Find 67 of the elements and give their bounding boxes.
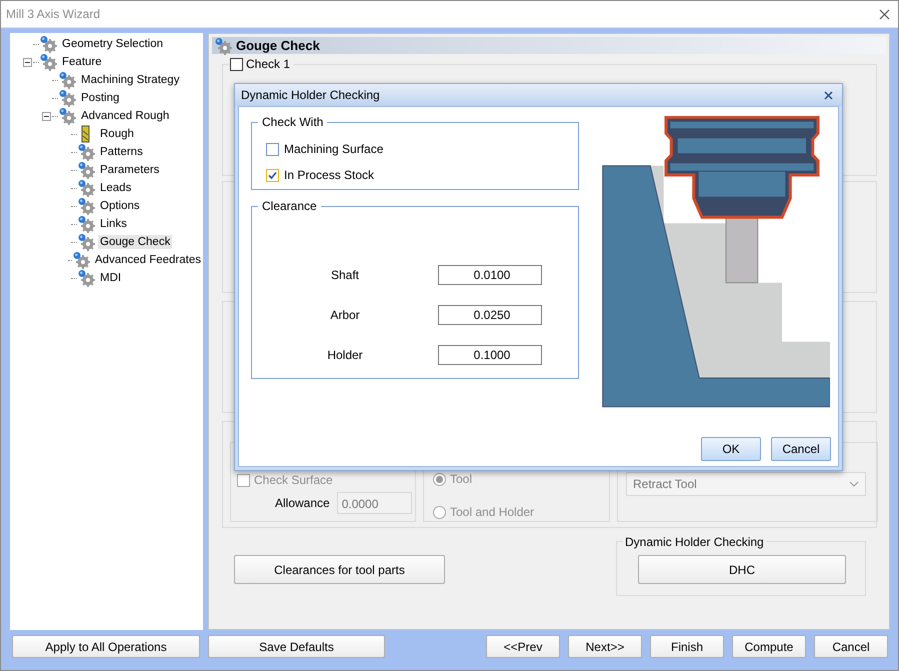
group-title: Dynamic Holder Checking bbox=[623, 535, 766, 549]
dhc-button[interactable]: DHC bbox=[638, 555, 846, 584]
checkbox-label: Check 1 bbox=[246, 57, 290, 71]
group-title: Check With bbox=[261, 115, 324, 129]
checkbox[interactable] bbox=[266, 168, 279, 182]
dialog-title: Dynamic Holder Checking bbox=[241, 88, 380, 102]
gear-icon bbox=[77, 143, 95, 161]
checkbox-label: In Process Stock bbox=[284, 168, 374, 182]
tree-item[interactable]: Patterns bbox=[98, 145, 145, 159]
footer-button[interactable]: Finish bbox=[650, 635, 724, 658]
field-label: Allowance bbox=[275, 496, 330, 510]
allowance-field[interactable]: 0.0000 bbox=[336, 492, 412, 514]
gear-icon bbox=[77, 233, 95, 251]
tree-item[interactable]: Gouge Check bbox=[98, 235, 172, 249]
tree-item[interactable]: Machining Strategy bbox=[79, 73, 182, 87]
window-title: Mill 3 Axis Wizard bbox=[6, 7, 100, 21]
gear-icon bbox=[214, 36, 232, 54]
tree-item[interactable]: Geometry Selection bbox=[60, 37, 165, 51]
clearance-field[interactable]: 0.1000 bbox=[438, 345, 542, 365]
collapse-toggle[interactable] bbox=[23, 58, 32, 66]
footer-button[interactable]: Next>> bbox=[568, 635, 642, 658]
tree-item[interactable]: Parameters bbox=[98, 163, 162, 177]
tree-item[interactable]: Leads bbox=[98, 181, 134, 195]
tree-item[interactable]: Advanced Feedrates bbox=[92, 253, 203, 267]
dialog-button[interactable]: OK bbox=[701, 437, 761, 461]
gear-icon bbox=[39, 53, 57, 71]
gear-icon bbox=[58, 71, 76, 89]
group-title: Clearance bbox=[261, 199, 318, 213]
radio-label: Tool and Holder bbox=[450, 505, 534, 519]
footer-button[interactable]: <<Prev bbox=[486, 635, 560, 658]
checkbox[interactable] bbox=[266, 142, 279, 156]
chevron-down-icon bbox=[849, 481, 859, 487]
collapse-toggle[interactable] bbox=[42, 112, 51, 120]
footer-button[interactable]: Save Defaults bbox=[208, 635, 385, 658]
gear-icon bbox=[58, 107, 76, 125]
radio-label: Tool bbox=[450, 472, 472, 486]
retract-dropdown[interactable]: Retract Tool bbox=[626, 472, 866, 496]
tree-item[interactable]: Feature bbox=[60, 55, 104, 69]
gear-icon bbox=[77, 179, 95, 197]
dialog-button[interactable]: Cancel bbox=[771, 437, 831, 461]
tree-item[interactable]: Posting bbox=[79, 91, 122, 105]
tree-item[interactable]: Rough bbox=[98, 127, 136, 141]
clearances-button[interactable]: Clearances for tool parts bbox=[234, 555, 445, 584]
tree-item[interactable]: Advanced Rough bbox=[79, 109, 172, 123]
clearance-field[interactable]: 0.0250 bbox=[438, 305, 542, 325]
field-label: Holder bbox=[326, 348, 364, 362]
field-label: Shaft bbox=[330, 268, 360, 282]
gear-icon bbox=[72, 251, 90, 269]
close-icon[interactable] bbox=[824, 90, 833, 100]
gear-icon bbox=[77, 215, 95, 233]
tree-item[interactable]: Options bbox=[98, 199, 142, 213]
footer-button[interactable]: Apply to All Operations bbox=[12, 635, 200, 658]
close-icon[interactable] bbox=[879, 8, 890, 20]
gear-icon bbox=[58, 89, 76, 107]
footer-button[interactable]: Cancel bbox=[814, 635, 888, 658]
gear-icon bbox=[77, 269, 95, 287]
clearance-field[interactable]: 0.0100 bbox=[438, 265, 542, 285]
section-title: Gouge Check bbox=[236, 38, 320, 53]
gear-icon bbox=[77, 161, 95, 179]
gear-icon bbox=[77, 197, 95, 215]
footer-button[interactable]: Compute bbox=[732, 635, 806, 658]
checkbox-label: Machining Surface bbox=[284, 142, 384, 156]
checkbox[interactable] bbox=[230, 58, 243, 70]
tree-item[interactable]: MDI bbox=[98, 271, 124, 285]
checkbox-label: Check Surface bbox=[254, 473, 333, 487]
field-label: Arbor bbox=[329, 308, 361, 322]
tree-item[interactable]: Links bbox=[98, 217, 129, 231]
